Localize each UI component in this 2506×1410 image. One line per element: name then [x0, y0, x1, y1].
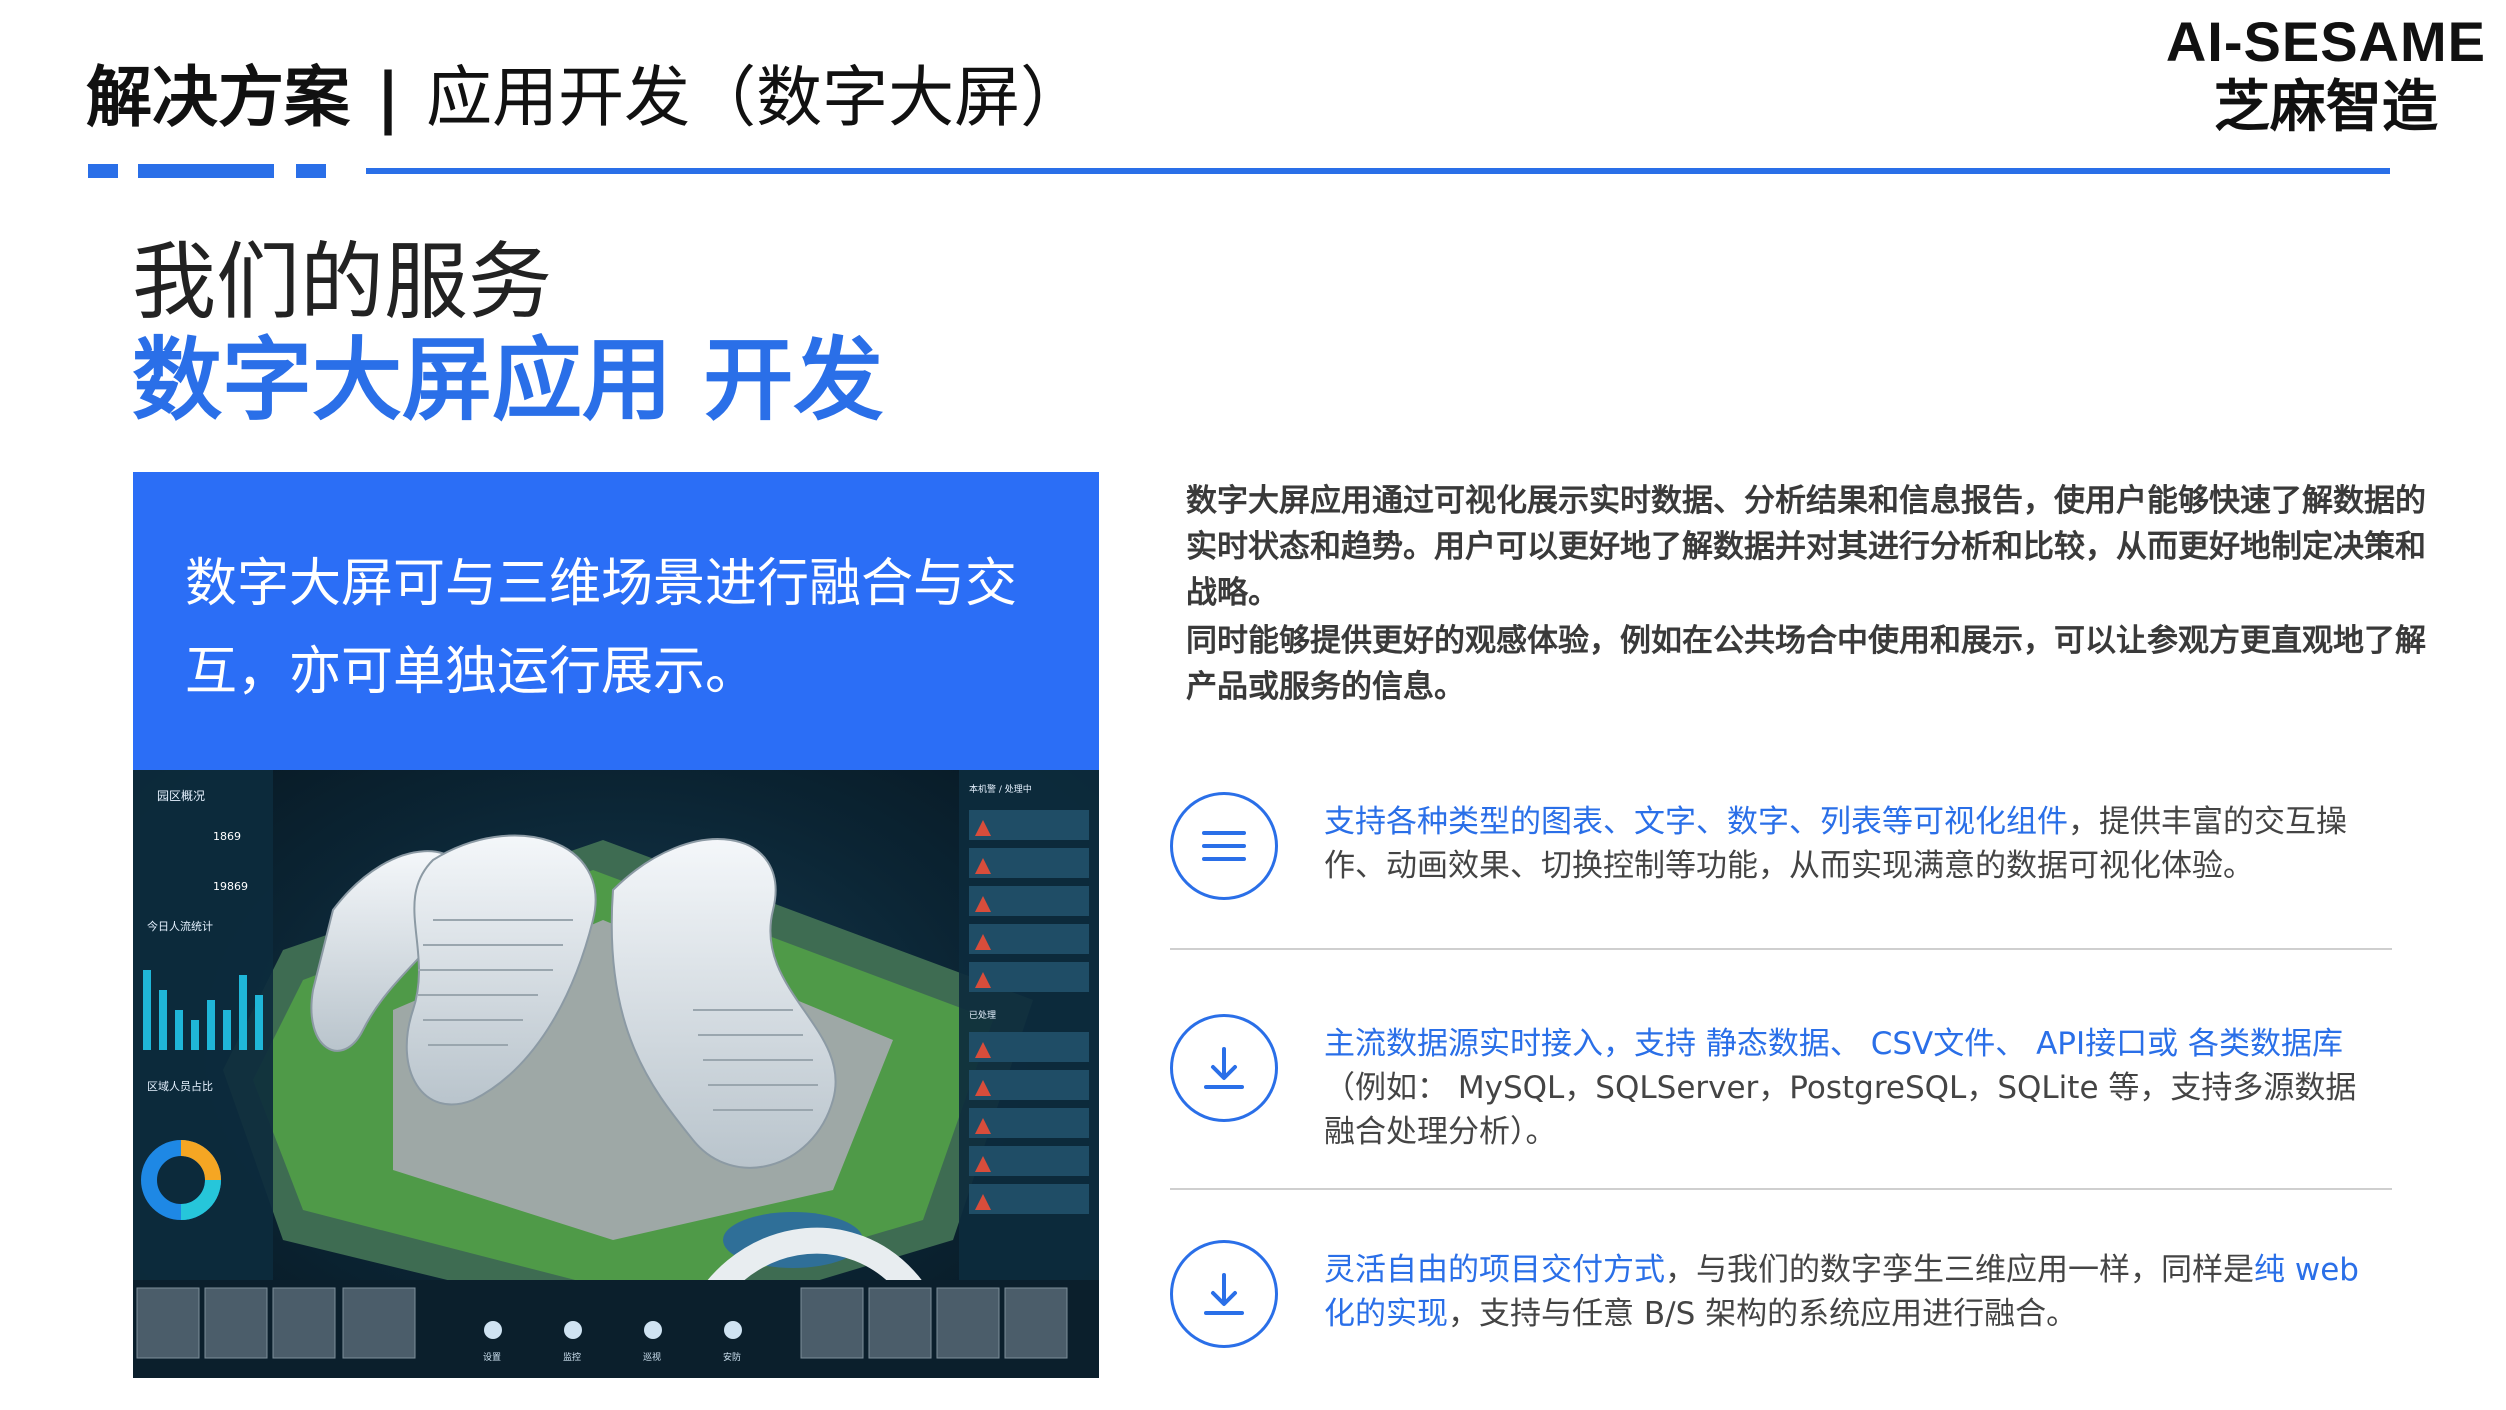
- intro-text: 数字大屏应用通过可视化展示实时数据、分析结果和信息报告，使用户能够快速了解数据的…: [1186, 478, 2426, 712]
- feature-divider: [1170, 1188, 2392, 1190]
- header-title-sub: 应用开发（数字大屏）: [426, 59, 1087, 136]
- decor-bar-3: [296, 164, 326, 178]
- brand-name-en: AI-SESAME: [2165, 10, 2486, 73]
- chart-title: 今日人流统计: [147, 919, 213, 933]
- feature-description: ，与我们的数字孪生三维应用一样，同样是: [1665, 1252, 2254, 1288]
- feature-highlight: 主流数据源实时接入，支持 静态数据、 CSV文件、 API接口或 各类数据库: [1324, 1026, 2343, 1062]
- stat-19869: 19869: [213, 880, 248, 893]
- intro-paragraph: 数字大屏应用通过可视化展示实时数据、分析结果和信息报告，使用户能够快速了解数据的…: [1186, 483, 2426, 611]
- header-title-main: 解决方案: [86, 59, 350, 136]
- menu-icon: [1170, 792, 1278, 900]
- donut-title: 区域人员占比: [147, 1079, 213, 1093]
- feature-text: 主流数据源实时接入，支持 静态数据、 CSV文件、 API接口或 各类数据库 （例…: [1324, 1022, 2384, 1154]
- tool-label-4: 安防: [723, 1351, 741, 1363]
- right-panel-title-2: 已处理: [969, 1009, 996, 1021]
- service-subtitle: 数字大屏应用 开发: [132, 328, 884, 433]
- download-icon: [1170, 1240, 1278, 1348]
- callout-text: 数字大屏可与三维场景进行融合与交互，亦可单独运行展示。: [185, 554, 1018, 702]
- service-title: 我们的服务: [132, 233, 553, 331]
- right-panel-title: 本机警 / 处理中: [969, 783, 1032, 795]
- decor-bar-2: [138, 164, 274, 178]
- feature-highlight: 支持各种类型的图表、文字、数字、列表等可视化组件: [1324, 804, 2068, 840]
- left-panel-title: 园区概况: [157, 789, 205, 803]
- page-header-title: 解决方案 | 应用开发（数字大屏）: [86, 58, 1086, 138]
- tool-label-1: 设置: [483, 1352, 501, 1363]
- dashboard-screenshot: 园区概况 1869 19869 今日人流统计 区域人员占比 本机警 / 处理中 …: [133, 770, 1099, 1378]
- feature-text: 灵活自由的项目交付方式，与我们的数字孪生三维应用一样，同样是纯 web 化的实现…: [1324, 1248, 2384, 1336]
- decor-bar-1: [88, 164, 118, 178]
- intro-paragraph: 同时能够提供更好的观感体验，例如在公共场合中使用和展示，可以让参观方更直观地了解…: [1186, 623, 2426, 705]
- feature-divider: [1170, 948, 2392, 950]
- feature-highlight: 灵活自由的项目交付方式: [1324, 1252, 1665, 1288]
- download-icon: [1170, 1014, 1278, 1122]
- dashboard-illustration: 园区概况 1869 19869 今日人流统计 区域人员占比 本机警 / 处理中 …: [133, 770, 1099, 1378]
- header-separator: |: [376, 59, 401, 136]
- feature-text: 支持各种类型的图表、文字、数字、列表等可视化组件，提供丰富的交互操作、动画效果、…: [1324, 800, 2384, 888]
- tool-label-2: 监控: [563, 1351, 581, 1363]
- header-rule: [366, 168, 2390, 174]
- feature-description-2: ，支持与任意 B/S 架构的系统应用进行融合。: [1448, 1296, 2078, 1332]
- callout-box: 数字大屏可与三维场景进行融合与交互，亦可单独运行展示。: [133, 472, 1099, 770]
- brand-name-cn: 芝麻智造: [2213, 75, 2438, 140]
- brand-logo: AI-SESAME 芝麻智造: [2166, 10, 2486, 142]
- tool-label-3: 巡视: [643, 1351, 661, 1363]
- stat-1869: 1869: [213, 830, 241, 843]
- feature-description: （例如： MySQL，SQLServer，PostgreSQL，SQLite 等…: [1324, 1070, 2357, 1150]
